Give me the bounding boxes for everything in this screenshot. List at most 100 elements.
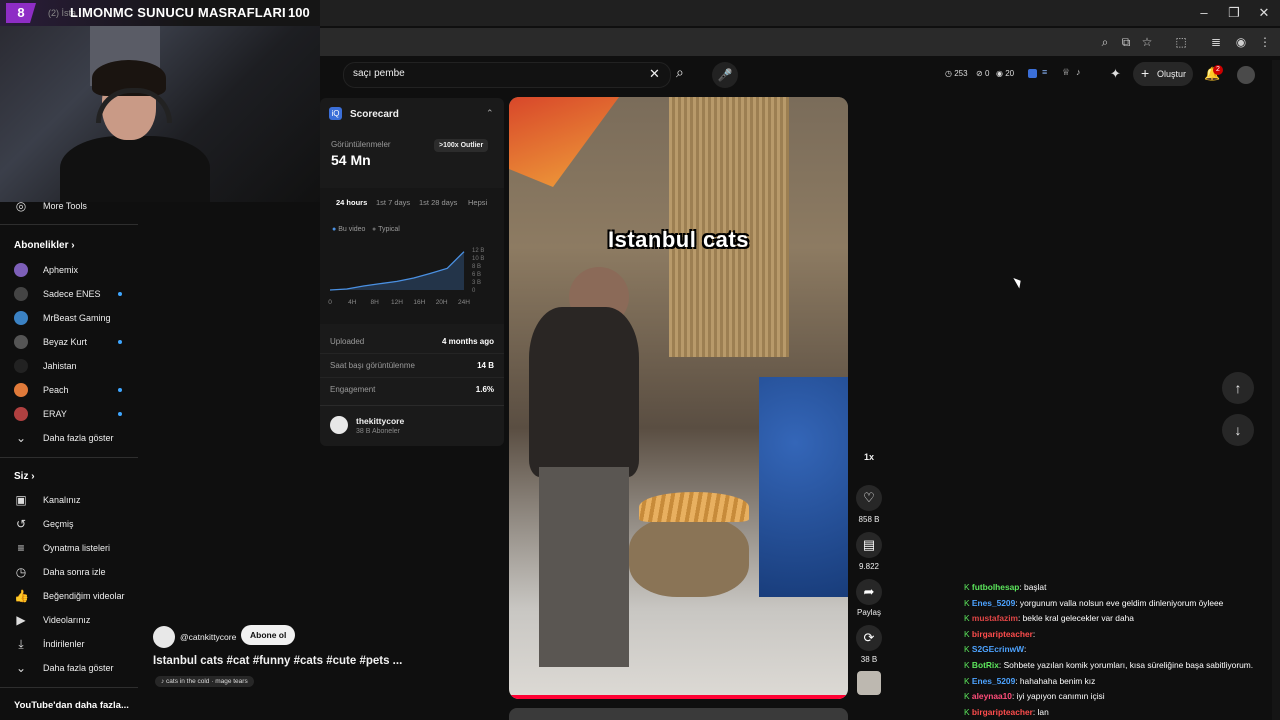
subscriptions-header[interactable]: Abonelikler › [14,240,75,251]
x-tick-label: 16H [413,299,425,306]
video-channel-handle[interactable]: @catnkittycore [180,632,236,642]
video-progress-bar[interactable] [509,695,848,699]
minimize-button[interactable]: – [1194,4,1214,22]
sidebar-item-label: Aphemix [43,265,79,275]
channel-avatar[interactable] [330,416,348,434]
sidebar-item-playlist[interactable]: ≡ Oynatma listeleri [14,538,138,558]
create-button[interactable]: + Oluştur [1133,62,1193,86]
remix-icon: ⟳ [863,630,875,645]
vidiq-logo-icon: iQ [329,107,342,120]
thumbs-up-icon: 👍 [14,589,29,603]
chat-username[interactable]: birgaripteacher [972,707,1033,717]
browser-menu-icon[interactable]: ⋮ [1256,34,1274,50]
search-icon[interactable]: ⌕ [676,64,684,81]
channel-avatar [14,335,28,349]
sidebar-item-subscription[interactable]: Jahistan [14,356,138,376]
sidebar-item-label: ERAY [43,409,67,419]
chat-username[interactable]: Enes_5209 [972,676,1015,686]
close-window-button[interactable]: ✕ [1254,4,1274,22]
music-chip[interactable]: ♪ cats in the cold · mage tears [155,676,254,687]
chat-username[interactable]: futbolhesap [972,582,1019,592]
list-icon[interactable]: ≡ [1042,67,1047,77]
metric-value: 4 months ago [441,337,494,346]
media-control-icon[interactable]: ≣ [1207,34,1225,50]
trophy-icon[interactable]: ♕ [1062,67,1070,78]
page-scrollbar[interactable] [1272,60,1280,720]
extensions-icon[interactable]: ⬚ [1172,34,1190,50]
chat-message: K mustafazim: bekle kral gelecekler var … [964,613,1134,623]
video-channel-avatar[interactable] [153,626,175,648]
next-video-preview[interactable] [509,708,848,720]
sidebar-item-chevron-down[interactable]: ⌄ Daha fazla göster [14,658,138,678]
zoom-icon[interactable]: ⌕ [1096,34,1114,50]
x-tick-label: 20H [436,299,448,306]
address-bar[interactable] [320,28,1280,56]
metric-label: Uploaded [330,337,365,346]
tab-all[interactable]: Hepsi [468,198,487,207]
sidebar-item-video[interactable]: ▶ Videolarınız [14,610,138,630]
puzzle-icon[interactable]: ✦ [1110,66,1121,82]
previous-video-button[interactable]: ↑ [1222,372,1254,404]
remix-button[interactable]: ⟳ [856,625,882,651]
cast-icon[interactable]: ⧉ [1117,34,1135,50]
tab-first-28-days[interactable]: 1st 28 days [419,198,457,207]
chat-username[interactable]: mustafazim [972,613,1018,623]
sidebar-item-subscription[interactable]: Peach [14,380,138,400]
playback-speed[interactable]: 1x [856,452,882,462]
tab-first-7-days[interactable]: 1st 7 days [376,198,410,207]
video-title[interactable]: Istanbul cats #cat #funny #cats #cute #p… [153,655,402,667]
bell-small-icon[interactable]: ♪ [1076,67,1081,77]
tab-24-hours[interactable]: 24 hours [336,198,367,207]
sidebar-item-subscription[interactable]: ERAY [14,404,138,424]
sidebar-item-subscription[interactable]: MrBeast Gaming [14,308,138,328]
chat-text: : Sohbete yazılan komik yorumları, kısa … [998,660,1254,670]
sidebar-show-more-subs[interactable]: ⌄ Daha fazla göster [14,428,138,448]
chevron-down-icon: ⌄ [15,431,27,445]
chat-username[interactable]: S2GEcrinwW [972,644,1024,654]
sidebar-item-more-tools[interactable]: ◎ More Tools [14,196,138,216]
sidebar-item-download[interactable]: ⤓ İndirilenler [14,634,138,654]
vidiq-icon[interactable] [1028,69,1037,78]
chevron-right-icon: › [71,240,75,251]
shorts-video-player[interactable]: Istanbul cats [509,97,848,699]
chat-username[interactable]: aleynaa10 [972,691,1012,701]
like-button[interactable]: ♡ [856,485,882,511]
sidebar-item-channel[interactable]: ▣ Kanalınız [14,490,138,510]
kick-badge-icon: K [964,582,970,592]
header-stat-likes: ⊘ 0 [976,69,990,78]
comment-count: 9.822 [858,562,880,571]
sidebar-divider [0,224,138,225]
account-avatar[interactable] [1237,66,1255,84]
sidebar-item-subscription[interactable]: Aphemix [14,260,138,280]
you-header[interactable]: Siz › [14,471,35,482]
chat-username[interactable]: Enes_5209 [972,598,1015,608]
clock-icon: ◷ [15,565,27,579]
chat-text: : bekle kral gelecekler var daha [1018,613,1134,624]
metric-value: 14 B [477,361,494,370]
sidebar-item-thumbs-up[interactable]: 👍 Beğendiğim videolar [14,586,138,606]
legend-dot-icon: ● [332,226,337,233]
sidebar-item-subscription[interactable]: Sadece ENES [14,284,138,304]
scorecard-channel-name[interactable]: thekittycore [356,416,404,426]
sidebar-item-clock[interactable]: ◷ Daha sonra izle [14,562,138,582]
sound-thumbnail[interactable] [857,671,881,695]
restore-button[interactable]: ❐ [1224,4,1244,22]
chat-message: K birgaripteacher: lan [964,707,1049,717]
profile-avatar-icon[interactable]: ◉ [1232,34,1250,50]
share-button[interactable]: ➦ [856,579,882,605]
sidebar-item-history[interactable]: ↺ Geçmiş [14,514,138,534]
next-video-button[interactable]: ↓ [1222,414,1254,446]
comment-button[interactable]: ▤ [856,532,882,558]
microphone-icon[interactable]: 🎤 [712,62,738,88]
channel-avatar [14,287,28,301]
sidebar-item-subscription[interactable]: Beyaz Kurt [14,332,138,352]
scorecard-title: Scorecard [350,109,399,120]
clear-search-icon[interactable]: ✕ [649,66,660,82]
chat-username[interactable]: birgaripteacher [972,629,1033,639]
subscribe-button[interactable]: Abone ol [241,625,296,645]
bookmark-star-icon[interactable]: ☆ [1138,34,1156,50]
scorecard-channel-subs: 38 B Aboneler [356,428,400,435]
live-dot-icon [118,412,122,416]
collapse-chevron-icon[interactable]: ⌃ [486,108,494,119]
chat-username[interactable]: BotRix [972,660,999,670]
